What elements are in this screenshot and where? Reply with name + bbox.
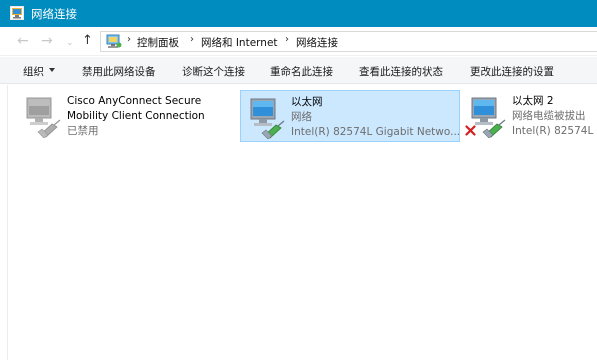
forward-arrow-icon[interactable]: → bbox=[41, 33, 53, 49]
rename-button[interactable]: 重命名此连接 bbox=[270, 64, 333, 79]
divider bbox=[7, 85, 8, 360]
connection-name: 以太网 2 bbox=[512, 95, 554, 107]
disable-device-button[interactable]: 禁用此网络设备 bbox=[82, 64, 156, 79]
connection-device: Intel(R) 82574L Gigabit Netwo... bbox=[291, 126, 461, 138]
connection-name-line2: Mobility Client Connection bbox=[67, 110, 205, 122]
connection-status: 已禁用 bbox=[67, 125, 99, 137]
connection-ethernet-2[interactable]: 以太网 2 网络电缆被拔出 Intel(R) 82574L Gi bbox=[462, 90, 597, 142]
breadcrumb-network-internet[interactable]: 网络和 Internet bbox=[201, 35, 278, 50]
chevron-down-icon bbox=[49, 68, 55, 72]
command-bar: 组织 禁用此网络设备 诊断这个连接 重命名此连接 查看此连接的状态 更改此连接的… bbox=[0, 57, 597, 84]
title-bar: 网络连接 bbox=[0, 0, 597, 27]
back-arrow-icon[interactable]: ← bbox=[17, 33, 29, 49]
chevron-down-icon[interactable]: ⌄ bbox=[66, 35, 74, 51]
connection-name: Cisco AnyConnect Secure bbox=[67, 95, 202, 107]
connection-network: 网络 bbox=[291, 111, 312, 123]
connection-status: 网络电缆被拔出 bbox=[512, 110, 586, 122]
red-x-icon bbox=[465, 125, 476, 136]
connection-cisco-anyconnect[interactable]: Cisco AnyConnect Secure Mobility Client … bbox=[17, 90, 229, 142]
breadcrumb-separator: › bbox=[127, 34, 131, 45]
diagnose-button[interactable]: 诊断这个连接 bbox=[182, 64, 245, 79]
breadcrumb-separator: › bbox=[285, 34, 289, 45]
breadcrumb-control-panel[interactable]: 控制面板 bbox=[137, 35, 179, 50]
connection-ethernet[interactable]: 以太网 网络 Intel(R) 82574L Gigabit Netwo... bbox=[240, 90, 460, 142]
connections-list: Cisco AnyConnect Secure Mobility Client … bbox=[0, 85, 597, 360]
breadcrumb-network-connections[interactable]: 网络连接 bbox=[296, 35, 338, 50]
connection-device: Intel(R) 82574L Gi bbox=[512, 125, 597, 137]
network-adapter-icon bbox=[248, 97, 286, 139]
window-title: 网络连接 bbox=[31, 7, 77, 21]
network-adapter-icon bbox=[24, 96, 62, 138]
up-arrow-icon[interactable]: ↑ bbox=[82, 33, 93, 49]
organize-button[interactable]: 组织 bbox=[23, 64, 44, 79]
connection-name: 以太网 bbox=[291, 96, 323, 108]
address-bar[interactable]: › 控制面板 › 网络和 Internet › 网络连接 bbox=[100, 31, 597, 52]
change-settings-button[interactable]: 更改此连接的设置 bbox=[470, 64, 554, 79]
breadcrumb-separator: › bbox=[190, 34, 194, 45]
view-status-button[interactable]: 查看此连接的状态 bbox=[359, 64, 443, 79]
network-connections-icon bbox=[10, 6, 24, 20]
control-panel-icon bbox=[106, 34, 122, 48]
navigation-bar: ← → ⌄ ↑ › 控制面板 › 网络和 Internet › 网络连接 bbox=[0, 27, 597, 56]
